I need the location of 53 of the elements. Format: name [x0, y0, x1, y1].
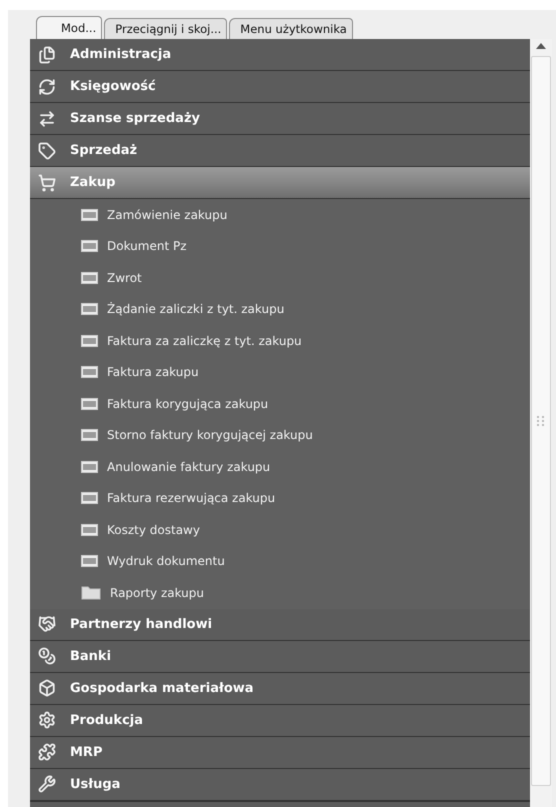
tab[interactable]: Menu użytkownika — [229, 18, 353, 39]
form-icon — [81, 334, 98, 347]
coins-icon — [38, 647, 56, 665]
module-header[interactable]: Partnerzy handlowi — [30, 608, 530, 640]
form-icon — [81, 492, 98, 504]
menu-item[interactable]: Faktura korygująca zakupu — [30, 388, 530, 420]
documents-icon — [38, 46, 56, 64]
form-icon — [81, 398, 98, 410]
form-icon — [81, 429, 98, 442]
module-header[interactable]: Szanse sprzedaży — [30, 103, 530, 135]
form-icon — [81, 555, 98, 568]
module-header[interactable]: MRP — [30, 736, 530, 768]
box-icon — [38, 679, 56, 697]
menu-item[interactable]: Raporty zakupu — [30, 577, 530, 608]
arrows-icon — [38, 110, 56, 128]
wrench-icon — [38, 775, 56, 793]
module-header[interactable]: Banki — [30, 640, 530, 672]
module-header[interactable]: Zakup — [30, 167, 530, 199]
menu-item[interactable]: Faktura za zaliczkę z tyt. zakupu — [30, 325, 530, 356]
form-icon — [81, 208, 98, 221]
menu-item[interactable]: Koszty dostawy — [30, 514, 530, 546]
menu-item[interactable]: Faktura zakupu — [30, 356, 530, 388]
menu-item[interactable]: Storno faktury korygującej zakupu — [30, 420, 530, 451]
scrollbar-thumb[interactable] — [531, 56, 551, 786]
module-header[interactable]: Gospodarka materiałowa — [30, 672, 530, 704]
module-header[interactable]: Usługa — [30, 768, 530, 800]
menu-item[interactable]: Wydruk dokumentu — [30, 546, 530, 577]
folder-icon — [81, 585, 101, 600]
menu-item[interactable]: Żądanie zaliczki z tyt. zakupu — [30, 294, 530, 325]
menu-item[interactable]: Faktura rezerwująca zakupu — [30, 482, 530, 514]
gear-icon — [38, 711, 56, 729]
module-header[interactable]: Księgowość — [30, 71, 530, 103]
menu-item[interactable]: Anulowanie faktury zakupu — [30, 451, 530, 482]
form-icon — [81, 366, 98, 378]
scroll-up-icon[interactable] — [535, 42, 547, 50]
form-icon — [81, 460, 98, 473]
module-header[interactable]: Sprzedaż — [30, 135, 530, 167]
menu-item[interactable]: Zwrot — [30, 262, 530, 294]
form-icon — [81, 524, 98, 536]
circular-arrow-icon — [38, 78, 56, 96]
form-icon — [81, 272, 98, 284]
puzzle-icon — [38, 743, 56, 761]
menu-item[interactable]: Zamówienie zakupu — [30, 199, 530, 230]
tab[interactable]: Mod... — [36, 16, 102, 39]
form-icon — [81, 303, 98, 316]
module-header[interactable]: Administracja — [30, 39, 530, 71]
module-header[interactable]: Produkcja — [30, 704, 530, 736]
tag-icon — [38, 142, 56, 160]
tab[interactable]: Przeciągnij i skoj... — [104, 18, 228, 39]
form-icon — [81, 240, 98, 252]
handshake-icon — [38, 615, 56, 633]
cart-icon — [38, 174, 56, 192]
menu-item[interactable]: Dokument Pz — [30, 230, 530, 262]
